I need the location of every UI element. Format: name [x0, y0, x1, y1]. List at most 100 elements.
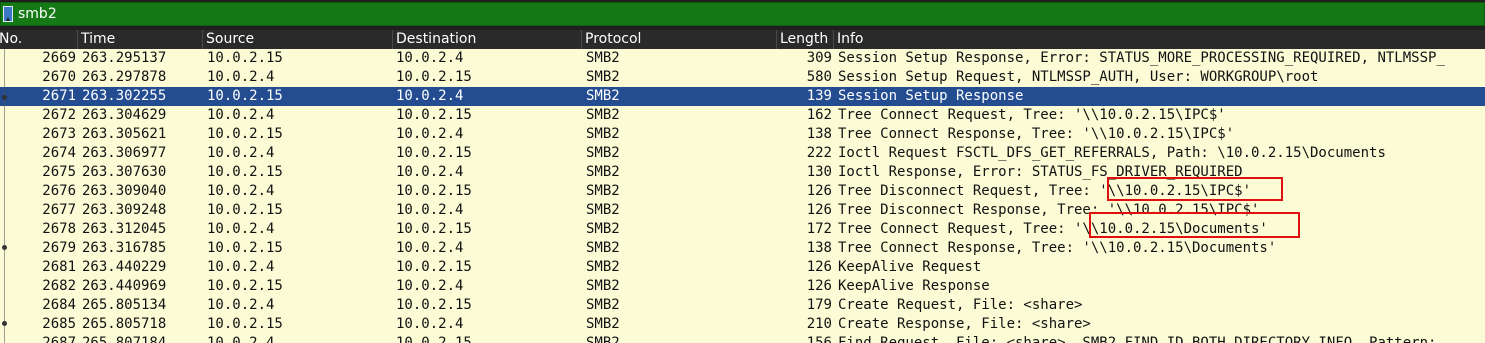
packet-length: 222 — [806, 145, 832, 161]
packet-time: 263.306977 — [82, 145, 167, 161]
packet-info: KeepAlive Response — [838, 278, 990, 294]
packet-destination: 10.0.2.4 — [396, 164, 464, 180]
packet-source: 10.0.2.15 — [207, 316, 283, 332]
related-packet-marker — [2, 95, 7, 100]
table-row[interactable]: 2679 263.316785 10.0.2.15 10.0.2.4 SMB2 138 Tr… — [0, 239, 1485, 258]
packet-source: 10.0.2.15 — [207, 278, 283, 294]
column-header-no[interactable]: No. — [0, 30, 78, 49]
packet-info: Tree Connect Response, Tree: '\\10.0.2.1… — [838, 126, 1235, 142]
packet-destination: 10.0.2.4 — [396, 202, 464, 218]
wireshark-window: smb2 No. Time Source Destination Protoco… — [0, 0, 1485, 343]
packet-number: 2687 — [42, 335, 76, 343]
packet-source: 10.0.2.4 — [207, 69, 275, 85]
packet-source: 10.0.2.4 — [207, 107, 275, 123]
packet-protocol: SMB2 — [586, 126, 620, 142]
table-row[interactable]: 2669 263.295137 10.0.2.15 10.0.2.4 SMB2 309 Se… — [0, 49, 1485, 68]
packet-source: 10.0.2.4 — [207, 221, 275, 237]
packet-info: Create Request, File: <share> — [838, 297, 1083, 313]
table-row[interactable]: 2670 263.297878 10.0.2.4 10.0.2.15 SMB2 580 Se… — [0, 68, 1485, 87]
packet-source: 10.0.2.15 — [207, 202, 283, 218]
packet-number: 2679 — [42, 240, 76, 256]
display-filter-input[interactable]: smb2 — [0, 2, 1485, 26]
packet-number: 2677 — [42, 202, 76, 218]
packet-length: 156 — [806, 335, 832, 343]
packet-protocol: SMB2 — [586, 145, 620, 161]
display-filter-text[interactable]: smb2 — [18, 3, 57, 25]
packet-number: 2674 — [42, 145, 76, 161]
packet-time: 263.297878 — [82, 69, 167, 85]
packet-destination: 10.0.2.15 — [396, 107, 472, 123]
packet-info: Ioctl Request FSCTL_DFS_GET_REFERRALS, P… — [838, 145, 1386, 161]
packet-length: 126 — [806, 202, 832, 218]
table-row[interactable]: 2684 265.805134 10.0.2.4 10.0.2.15 SMB2 179 Cr… — [0, 296, 1485, 315]
packet-time: 263.440969 — [82, 278, 167, 294]
table-row[interactable]: 2676 263.309040 10.0.2.4 10.0.2.15 SMB2 126 Tr… — [0, 182, 1485, 201]
packet-number: 2669 — [42, 50, 76, 66]
packet-number: 2672 — [42, 107, 76, 123]
table-row[interactable]: 2674 263.306977 10.0.2.4 10.0.2.15 SMB2 222 Io… — [0, 144, 1485, 163]
table-row[interactable]: 2673 263.305621 10.0.2.15 10.0.2.4 SMB2 138 Tr… — [0, 125, 1485, 144]
table-row-selected[interactable]: 2671 263.302255 10.0.2.15 10.0.2.4 SMB2 139 Se… — [0, 87, 1485, 106]
packet-protocol: SMB2 — [586, 164, 620, 180]
packet-destination: 10.0.2.4 — [396, 88, 464, 104]
packet-number: 2685 — [42, 316, 76, 332]
packet-info: Tree Disconnect Request, Tree: '\\10.0.2… — [838, 183, 1252, 199]
column-header-protocol[interactable]: Protocol — [582, 30, 777, 49]
column-header-length[interactable]: Length — [777, 30, 834, 49]
packet-length: 172 — [806, 221, 832, 237]
packet-protocol: SMB2 — [586, 316, 620, 332]
table-row[interactable]: 2675 263.307630 10.0.2.15 10.0.2.4 SMB2 130 Io… — [0, 163, 1485, 182]
packet-source: 10.0.2.15 — [207, 50, 283, 66]
packet-source: 10.0.2.4 — [207, 259, 275, 275]
packet-source: 10.0.2.4 — [207, 297, 275, 313]
packet-info: Session Setup Response, Error: STATUS_MO… — [838, 50, 1445, 66]
packet-protocol: SMB2 — [586, 69, 620, 85]
table-row[interactable]: 2677 263.309248 10.0.2.15 10.0.2.4 SMB2 126 Tr… — [0, 201, 1485, 220]
table-row[interactable]: 2685 265.805718 10.0.2.15 10.0.2.4 SMB2 210 Cr… — [0, 315, 1485, 334]
table-row[interactable]: 2678 263.312045 10.0.2.4 10.0.2.15 SMB2 172 Tr… — [0, 220, 1485, 239]
packet-time: 263.307630 — [82, 164, 167, 180]
related-packet-marker — [2, 321, 7, 326]
packet-time: 265.805718 — [82, 316, 167, 332]
packet-destination: 10.0.2.15 — [396, 259, 472, 275]
column-header-source[interactable]: Source — [203, 30, 393, 49]
column-header-destination[interactable]: Destination — [393, 30, 582, 49]
packet-protocol: SMB2 — [586, 259, 620, 275]
column-header-time[interactable]: Time — [78, 30, 203, 49]
packet-destination: 10.0.2.15 — [396, 69, 472, 85]
packet-length: 179 — [806, 297, 832, 313]
packet-time: 263.295137 — [82, 50, 167, 66]
packet-info: Ioctl Response, Error: STATUS_FS_DRIVER_… — [838, 164, 1243, 180]
packet-destination: 10.0.2.4 — [396, 126, 464, 142]
packet-destination: 10.0.2.4 — [396, 240, 464, 256]
packet-number: 2681 — [42, 259, 76, 275]
packet-source: 10.0.2.15 — [207, 88, 283, 104]
packet-time: 265.805134 — [82, 297, 167, 313]
packet-info: Tree Connect Request, Tree: '\\10.0.2.15… — [838, 221, 1268, 237]
bookmark-icon[interactable] — [3, 6, 13, 22]
packet-destination: 10.0.2.4 — [396, 278, 464, 294]
table-row[interactable]: 2682 263.440969 10.0.2.15 10.0.2.4 SMB2 126 Ke… — [0, 277, 1485, 296]
packet-time: 265.807184 — [82, 335, 167, 343]
packet-length: 580 — [806, 69, 832, 85]
packet-time: 263.304629 — [82, 107, 167, 123]
column-header-info[interactable]: Info — [834, 30, 1485, 49]
packet-protocol: SMB2 — [586, 107, 620, 123]
packet-source: 10.0.2.4 — [207, 335, 275, 343]
packet-number: 2673 — [42, 126, 76, 142]
table-row[interactable]: 2681 263.440229 10.0.2.4 10.0.2.15 SMB2 126 Ke… — [0, 258, 1485, 277]
packet-length: 130 — [806, 164, 832, 180]
packet-list[interactable]: 2669 263.295137 10.0.2.15 10.0.2.4 SMB2 309 Se… — [0, 49, 1485, 343]
table-row[interactable]: 2672 263.304629 10.0.2.4 10.0.2.15 SMB2 162 Tr… — [0, 106, 1485, 125]
packet-number: 2670 — [42, 69, 76, 85]
display-filter-bar: smb2 — [0, 0, 1485, 30]
packet-time: 263.309040 — [82, 183, 167, 199]
packet-length: 210 — [806, 316, 832, 332]
packet-destination: 10.0.2.15 — [396, 183, 472, 199]
packet-number: 2676 — [42, 183, 76, 199]
packet-info: Tree Connect Request, Tree: '\\10.0.2.15… — [838, 107, 1226, 123]
packet-length: 138 — [806, 240, 832, 256]
packet-number: 2678 — [42, 221, 76, 237]
packet-info: KeepAlive Request — [838, 259, 982, 275]
table-row[interactable]: 2687 265.807184 10.0.2.4 10.0.2.15 SMB2 156 Fi… — [0, 334, 1485, 343]
